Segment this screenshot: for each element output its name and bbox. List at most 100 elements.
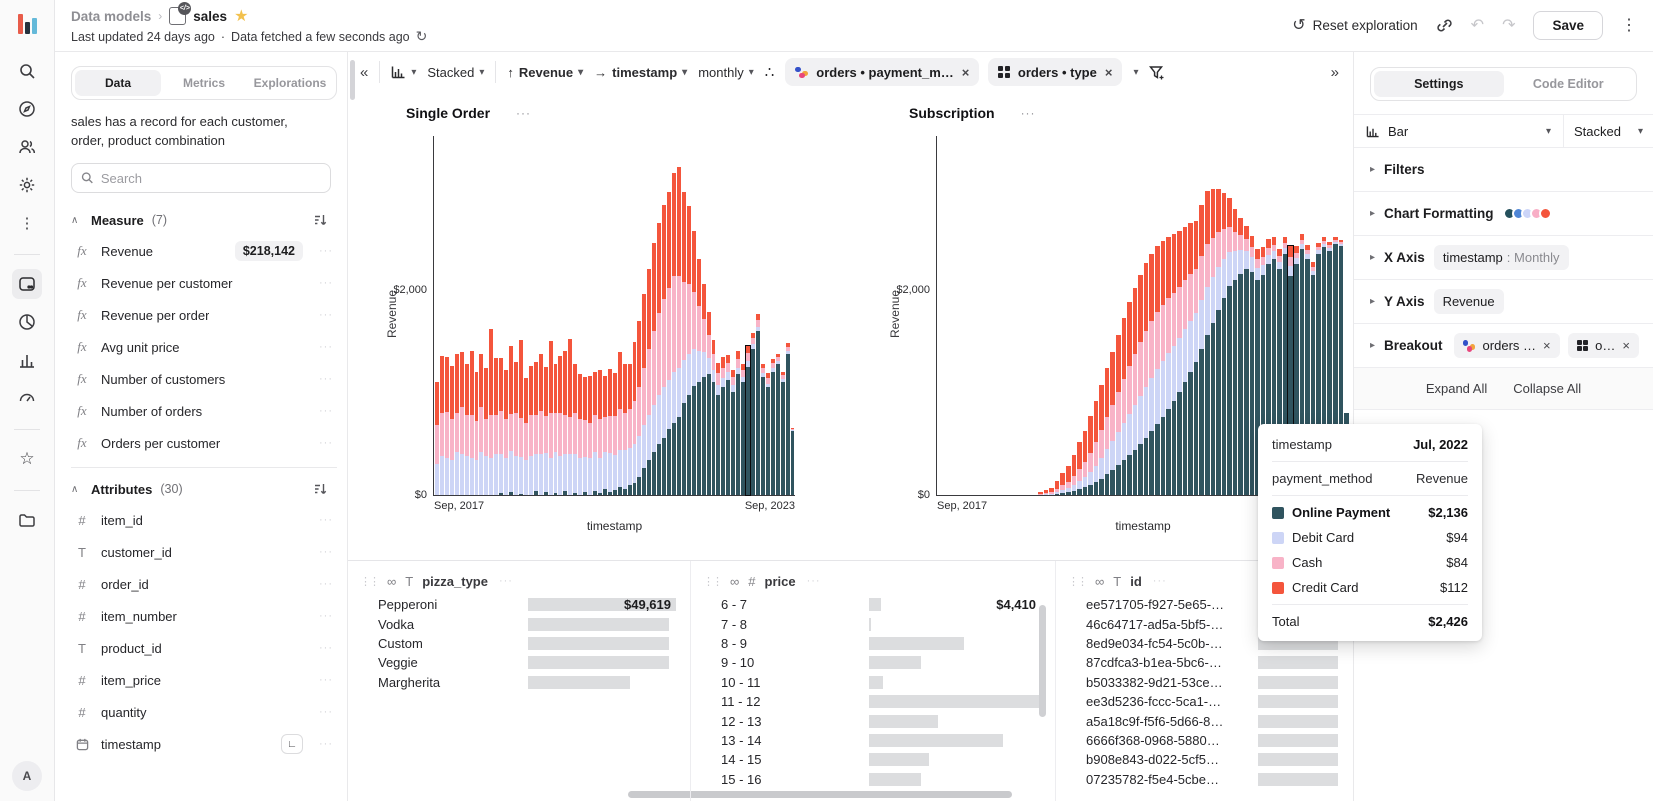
summary-row[interactable]: 14 - 15: [691, 750, 1055, 769]
time-grain-button[interactable]: ∟: [281, 734, 303, 754]
bar[interactable]: [1110, 352, 1115, 495]
favorites-star-icon[interactable]: ☆: [12, 444, 42, 474]
bar[interactable]: [721, 357, 725, 495]
reset-exploration-button[interactable]: ↺ Reset exploration: [1292, 18, 1417, 34]
bar[interactable]: [479, 354, 483, 495]
user-avatar[interactable]: A: [12, 761, 42, 791]
breadcrumb-data-models[interactable]: Data models: [71, 9, 151, 24]
bar[interactable]: [672, 173, 676, 495]
summary-row[interactable]: 12 - 13: [691, 711, 1055, 730]
summary-row[interactable]: 10 - 11: [691, 673, 1055, 692]
bar[interactable]: [1044, 490, 1049, 495]
summary-menu-icon[interactable]: ···: [1153, 575, 1171, 587]
bar[interactable]: [1183, 227, 1188, 495]
bar[interactable]: [529, 366, 533, 495]
summary-panel-header[interactable]: ⋮⋮∞#price···: [691, 567, 1055, 595]
bar[interactable]: [1077, 442, 1082, 495]
tab-settings[interactable]: Settings: [1374, 71, 1504, 97]
bar[interactable]: [450, 366, 454, 495]
bar[interactable]: [1250, 236, 1255, 495]
bar[interactable]: [1060, 473, 1065, 495]
bar[interactable]: [524, 378, 528, 495]
bar[interactable]: [489, 329, 493, 495]
bar[interactable]: [1161, 241, 1166, 495]
collapse-all-link[interactable]: Collapse All: [1513, 381, 1581, 396]
row-menu-icon[interactable]: ···: [319, 277, 337, 289]
chart-menu-icon[interactable]: ···: [1021, 106, 1036, 120]
bar[interactable]: [687, 206, 691, 495]
bar[interactable]: [475, 372, 479, 495]
summary-row[interactable]: a5a18c9f-f5f6-5d66-8…: [1056, 711, 1352, 730]
bar[interactable]: [509, 346, 513, 495]
bar[interactable]: [771, 359, 775, 495]
bar[interactable]: [499, 358, 503, 495]
chips-overflow-icon[interactable]: ▾: [1133, 67, 1138, 78]
bar[interactable]: [1049, 488, 1054, 495]
bar[interactable]: [1133, 288, 1138, 495]
bar[interactable]: [598, 370, 602, 495]
row-menu-icon[interactable]: ···: [319, 546, 337, 558]
breakout-chip[interactable]: orders …×: [1454, 333, 1560, 358]
bar[interactable]: [712, 340, 716, 495]
bar[interactable]: [470, 351, 474, 495]
bar[interactable]: [1149, 254, 1154, 495]
bar[interactable]: [677, 167, 681, 495]
bar[interactable]: [514, 362, 518, 495]
bar[interactable]: [1155, 246, 1160, 495]
tab-code-editor[interactable]: Code Editor: [1504, 71, 1634, 97]
more-vertical-icon[interactable]: ⋮: [12, 208, 42, 238]
bar[interactable]: [588, 376, 592, 495]
row-menu-icon[interactable]: ···: [319, 578, 337, 590]
bar[interactable]: [1172, 234, 1177, 495]
row-menu-icon[interactable]: ···: [319, 706, 337, 718]
bar[interactable]: [534, 362, 538, 495]
filters-section[interactable]: ▸ Filters: [1354, 148, 1653, 192]
row-menu-icon[interactable]: ···: [319, 373, 337, 385]
bar[interactable]: [1127, 302, 1132, 495]
breakout-icon[interactable]: ∴: [765, 63, 775, 81]
row-menu-icon[interactable]: ···: [319, 674, 337, 686]
summary-row[interactable]: Vodka: [348, 614, 690, 633]
bar[interactable]: [554, 364, 558, 495]
bar[interactable]: [1055, 481, 1060, 495]
drag-handle-icon[interactable]: ⋮⋮: [360, 575, 378, 588]
bar[interactable]: [558, 356, 562, 495]
header-kebab-icon[interactable]: ⋮: [1621, 18, 1637, 34]
users-icon[interactable]: [12, 132, 42, 162]
summary-row[interactable]: b908e843-d022-5cf5…: [1056, 750, 1352, 769]
chart-menu-icon[interactable]: ···: [516, 106, 531, 120]
bar[interactable]: [731, 370, 735, 495]
bar[interactable]: [568, 339, 572, 495]
row-menu-icon[interactable]: ···: [319, 405, 337, 417]
bar[interactable]: [633, 342, 637, 495]
bar[interactable]: [460, 352, 464, 495]
stack-mode-dropdown[interactable]: Stacked ▾: [427, 65, 484, 80]
collapse-panel-icon[interactable]: «: [360, 65, 368, 80]
summary-row[interactable]: 87cdfca3-b1ea-5bc6-…: [1056, 653, 1352, 672]
bar[interactable]: [1244, 226, 1249, 495]
bar[interactable]: [1083, 431, 1088, 495]
filter-add-icon[interactable]: [1149, 65, 1165, 80]
bar[interactable]: [1105, 368, 1110, 495]
bar[interactable]: [1227, 198, 1232, 495]
summary-row[interactable]: 15 - 16: [691, 770, 1055, 789]
measure-section-header[interactable]: ∧ Measure (7): [71, 207, 337, 233]
summary-row[interactable]: 6 - 7$4,410: [691, 595, 1055, 614]
bar[interactable]: [583, 377, 587, 495]
summary-row[interactable]: Pepperoni$49,619: [348, 595, 690, 614]
gear-icon[interactable]: [12, 170, 42, 200]
bar[interactable]: [539, 354, 543, 495]
row-menu-icon[interactable]: ···: [319, 437, 337, 449]
summary-row[interactable]: 7 - 8: [691, 614, 1055, 633]
collapse-caret-icon[interactable]: ∧: [71, 484, 83, 495]
breakout-chip[interactable]: orders • payment_m…×: [785, 58, 979, 86]
chip-close-icon[interactable]: ×: [962, 65, 970, 80]
bar[interactable]: [756, 314, 760, 495]
bar[interactable]: [751, 333, 755, 495]
bar[interactable]: [702, 284, 706, 495]
app-logo[interactable]: [18, 12, 37, 34]
bar[interactable]: [1211, 189, 1216, 495]
bar[interactable]: [652, 243, 656, 495]
sidebar-item-model[interactable]: [12, 269, 42, 299]
list-item-measure[interactable]: fxNumber of orders···: [71, 395, 337, 427]
